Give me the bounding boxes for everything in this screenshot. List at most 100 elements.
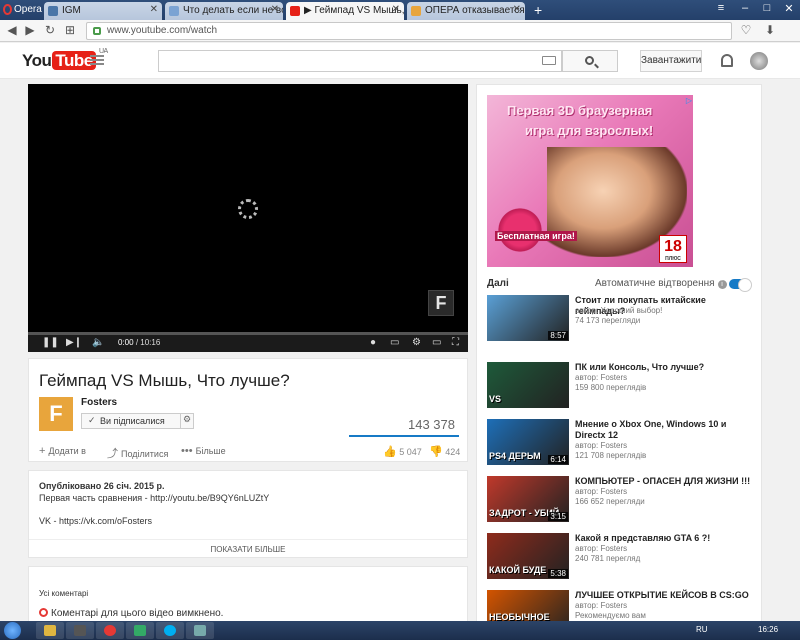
- show-more-button[interactable]: ПОКАЗАТИ БІЛЬШЕ: [29, 539, 467, 554]
- more-button[interactable]: ••• Більше: [181, 445, 226, 457]
- taskbar-app[interactable]: [66, 622, 94, 639]
- autoplay-text: Автоматичне відтворення: [595, 278, 715, 289]
- language-indicator[interactable]: RU: [696, 625, 708, 634]
- recommended-channel: автор: Fosters: [575, 373, 628, 382]
- opera-menu-button[interactable]: Opera: [0, 0, 42, 20]
- recommended-title[interactable]: КОМПЬЮТЕР - ОПАСЕН ДЛЯ ЖИЗНИ !!!: [575, 476, 751, 487]
- taskbar-app[interactable]: [186, 622, 214, 639]
- minimize-icon[interactable]: –: [734, 2, 756, 17]
- opera-menu-label: Opera: [14, 4, 42, 15]
- back-icon[interactable]: ◀: [4, 23, 20, 39]
- skype-icon: [164, 625, 176, 636]
- share-button[interactable]: ⤴ Поділитися: [107, 445, 168, 461]
- theater-mode-icon[interactable]: ▭: [432, 337, 441, 348]
- url-text: www.youtube.com/watch: [107, 25, 218, 36]
- thumbnail-caption: VS: [489, 394, 502, 404]
- notifications-bell-icon[interactable]: [721, 54, 733, 67]
- subtitles-icon[interactable]: ▭: [390, 337, 399, 348]
- taskbar-explorer[interactable]: [36, 622, 64, 639]
- adchoices-icon[interactable]: ▷: [686, 96, 692, 105]
- recommended-channel: автор: Fosters: [575, 544, 628, 553]
- pause-icon[interactable]: ❚❚: [42, 337, 59, 348]
- video-thumbnail[interactable]: КАКОЙ БУДЕ 5:38: [487, 533, 569, 579]
- recommended-video[interactable]: КАКОЙ БУДЕ 5:38 Какой я представляю GTA 6 …: [487, 533, 757, 583]
- disabled-icon: [39, 608, 48, 617]
- taskbar-opera[interactable]: [96, 622, 124, 639]
- tab-menu-icon[interactable]: ≡: [710, 2, 732, 17]
- system-clock[interactable]: 16:26: [758, 625, 778, 634]
- like-ratio-bar: [349, 435, 459, 437]
- bookmark-heart-icon[interactable]: ♡: [738, 23, 754, 39]
- browser-tab[interactable]: IGM ✕: [44, 2, 162, 20]
- video-player[interactable]: F ❚❚ ▶❙ 🔈 0:00 / 10:16 ● ▭ ⚙ ▭ ⛶: [28, 84, 468, 352]
- info-icon[interactable]: i: [717, 280, 727, 289]
- search-input[interactable]: [158, 50, 562, 72]
- reload-icon[interactable]: ↻: [42, 23, 58, 39]
- current-time: 0:00: [118, 338, 134, 347]
- recommended-title[interactable]: Какой я представляю GTA 6 ?!: [575, 533, 751, 544]
- tab-close-icon[interactable]: ✕: [392, 4, 400, 15]
- advertisement-banner[interactable]: ▷ Первая 3D браузерная игра для взрослых…: [487, 95, 693, 267]
- autoplay-toggle[interactable]: [729, 278, 752, 292]
- like-button[interactable]: 👍 5 047: [383, 445, 422, 458]
- region-code: UA: [98, 48, 108, 55]
- browser-tab[interactable]: ОПЕРА отказывается пок ✕: [407, 2, 525, 20]
- recommended-title[interactable]: ЛУЧШЕЕ ОТКРЫТИЕ КЕЙСОВ В CS:GO: [575, 590, 751, 601]
- video-thumbnail[interactable]: VS: [487, 362, 569, 408]
- tab-favicon-icon: [169, 6, 179, 16]
- thumbs-down-icon: 👎: [429, 446, 443, 458]
- taskbar-skype[interactable]: [156, 622, 184, 639]
- video-title: Геймпад VS Мышь, Что лучше?: [39, 371, 290, 390]
- autoplay-label: Автоматичне відтворення i: [595, 278, 727, 289]
- new-tab-button[interactable]: +: [534, 2, 542, 18]
- thumbs-up-icon: 👍: [383, 446, 397, 458]
- recommended-video[interactable]: VS ПК или Консоль, Что лучше? автор: Foste…: [487, 362, 757, 412]
- subscribed-button[interactable]: ✓ Ви підписалися: [81, 413, 181, 429]
- volume-icon[interactable]: 🔈: [92, 337, 104, 348]
- forward-icon[interactable]: ▶: [22, 23, 38, 39]
- thumbnail-caption: КАКОЙ БУДЕ: [489, 565, 547, 575]
- secure-lock-icon: [93, 27, 101, 35]
- speed-dial-icon[interactable]: ⊞: [62, 23, 78, 39]
- channel-watermark[interactable]: F: [428, 290, 454, 316]
- video-thumbnail[interactable]: ЗАДРОТ - УБИЙ 3:15: [487, 476, 569, 522]
- opera-icon: [104, 625, 116, 636]
- fullscreen-icon[interactable]: ⛶: [452, 337, 459, 348]
- tab-close-icon[interactable]: ✕: [513, 4, 521, 15]
- upload-button[interactable]: Завантажити: [640, 50, 702, 72]
- channel-avatar[interactable]: F: [39, 397, 73, 431]
- maximize-icon[interactable]: □: [756, 2, 778, 17]
- duration: / 10:16: [135, 338, 161, 347]
- browser-tab-active[interactable]: ▶ Геймпад VS Мышь, Что ✕: [286, 2, 404, 20]
- dislike-button[interactable]: 👎 424: [429, 445, 460, 458]
- recommended-title[interactable]: ПК или Консоль, Что лучше?: [575, 362, 751, 373]
- search-button[interactable]: [562, 50, 618, 72]
- recommended-video[interactable]: PS4 ДЕРЬМ 6:14 Мнение о Xbox One, Windows …: [487, 419, 757, 469]
- next-video-icon[interactable]: ▶❙: [66, 337, 82, 348]
- browser-tab[interactable]: Что делать если не восп ✕: [165, 2, 283, 20]
- taskbar-app[interactable]: [126, 622, 154, 639]
- recommended-video[interactable]: ЗАДРОТ - УБИЙ 3:15 КОМПЬЮТЕР - ОПАСЕН ДЛЯ …: [487, 476, 757, 526]
- recommended-title[interactable]: Мнение о Xbox One, Windows 10 и Directx …: [575, 419, 751, 441]
- tab-label: Что делать если не восп: [183, 5, 283, 16]
- youtube-logo[interactable]: You Tube UA: [22, 48, 108, 71]
- user-avatar[interactable]: [750, 52, 768, 70]
- subscription-settings-icon[interactable]: ⚙: [180, 413, 194, 429]
- info-icon[interactable]: ●: [370, 337, 376, 348]
- url-field[interactable]: www.youtube.com/watch: [86, 22, 732, 40]
- guide-menu-icon[interactable]: [90, 55, 104, 65]
- start-button[interactable]: [4, 622, 21, 639]
- tab-close-icon[interactable]: ✕: [150, 4, 158, 15]
- video-thumbnail[interactable]: 8:57: [487, 295, 569, 341]
- channel-name[interactable]: Fosters: [81, 397, 117, 408]
- keyboard-icon[interactable]: [542, 56, 556, 65]
- settings-gear-icon[interactable]: ⚙: [412, 337, 421, 348]
- add-to-button[interactable]: + Додати в: [39, 445, 86, 457]
- download-icon[interactable]: ⬇: [762, 23, 778, 39]
- tab-close-icon[interactable]: ✕: [271, 4, 279, 15]
- close-window-icon[interactable]: ✕: [778, 2, 800, 17]
- recommended-video[interactable]: 8:57 Стоит ли покупать китайские геймпады…: [487, 295, 757, 345]
- tab-favicon-icon: [48, 6, 58, 16]
- video-thumbnail[interactable]: PS4 ДЕРЬМ 6:14: [487, 419, 569, 465]
- video-info-card: Геймпад VS Мышь, Что лучше? F Fosters ✓ В…: [28, 358, 468, 462]
